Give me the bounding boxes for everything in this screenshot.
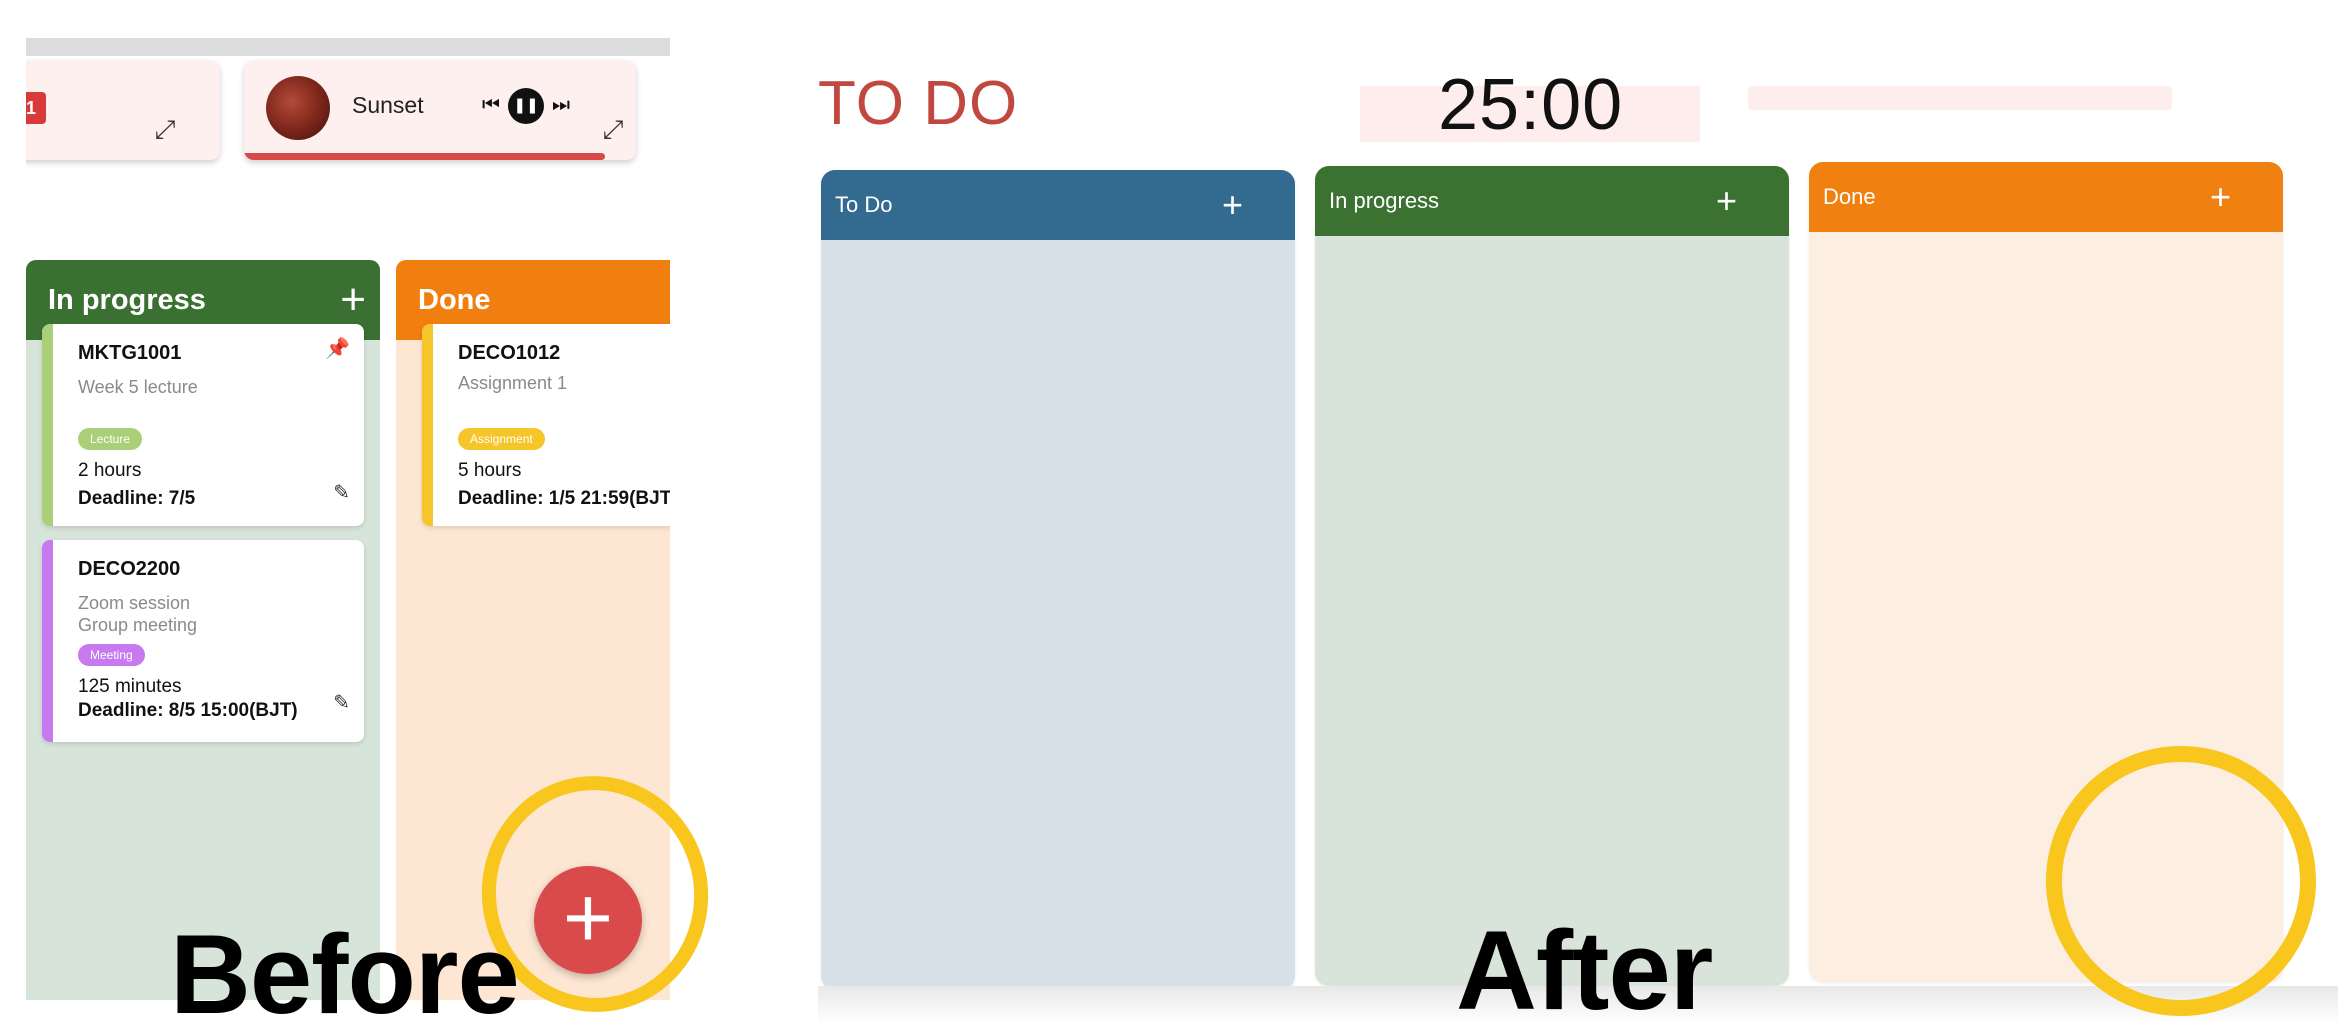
task-description: Zoom session [78,593,191,613]
task-card[interactable]: DECO2200 Zoom session Group meeting Meet… [42,540,364,742]
course-code: MKTG1001 [78,342,182,364]
task-duration: 5 hours [458,460,522,481]
column-title: In progress [1329,188,1440,213]
expand-icon[interactable]: ⤢ [152,116,178,142]
column-to-do: To Do + [821,170,1295,990]
course-code: DECO1012 [458,342,561,364]
skip-previous-icon[interactable]: ⏮ [482,94,500,117]
page-title: TO DO [818,69,1019,138]
skip-next-icon[interactable]: ⏭ [552,94,570,117]
pomodoro-timer: 25:00 [1438,65,1624,145]
music-player-card-left[interactable]: 1 ⤢ [26,60,220,160]
task-tag: Assignment [458,428,545,450]
column-header: In progress + [1315,166,1789,236]
column-header: Done + [1809,162,2283,232]
column-title: In progress [48,284,206,316]
task-tag: Meeting [78,644,145,666]
pin-icon[interactable]: 📌 [325,336,350,361]
task-card[interactable]: MKTG1001 Week 5 lecture Lecture 2 hours … [42,324,364,526]
task-duration: 2 hours [78,460,142,481]
music-player-card[interactable]: Sunset ⏮ ❚❚ ⏭ ⤢ [244,60,636,160]
album-art [266,76,330,140]
header-bar [1748,86,2172,110]
column-title: Done [1823,184,1876,209]
card-color-stripe [42,540,53,742]
course-code: DECO2200 [78,558,181,580]
pause-icon[interactable]: ❚❚ [508,88,544,124]
player-badge: 1 [26,92,46,124]
task-duration: 125 minutes [78,676,182,697]
column-title: To Do [835,192,893,217]
edit-icon[interactable]: ✎ [333,480,350,505]
expand-icon[interactable]: ⤢ [600,116,626,142]
column-header: To Do + [821,170,1295,240]
task-deadline: Deadline: 1/5 21:59(BJT [458,488,670,509]
top-strip [26,38,670,56]
edit-icon[interactable]: ✎ [333,690,350,715]
column-in-progress: In progress + [1315,166,1789,986]
after-caption: After [1456,908,1713,1024]
task-deadline: Deadline: 8/5 15:00(BJT) [78,700,298,721]
task-deadline: Deadline: 7/5 [78,488,196,509]
playback-progress-bar[interactable] [244,153,605,160]
card-color-stripe [422,324,433,526]
card-color-stripe [42,324,53,526]
before-caption: Before [170,912,520,1024]
track-title: Sunset [352,92,424,118]
add-task-button[interactable]: + [1222,170,1243,240]
column-title: Done [418,284,491,316]
task-tag: Lecture [78,428,143,450]
add-task-button[interactable]: + [1716,166,1737,236]
task-description: Assignment 1 [458,373,568,393]
task-description: Group meeting [78,615,198,635]
add-task-button[interactable]: + [2210,162,2231,232]
task-card[interactable]: DECO1012 Assignment 1 Assignment 5 hours… [422,324,670,526]
task-description: Week 5 lecture [78,377,198,397]
